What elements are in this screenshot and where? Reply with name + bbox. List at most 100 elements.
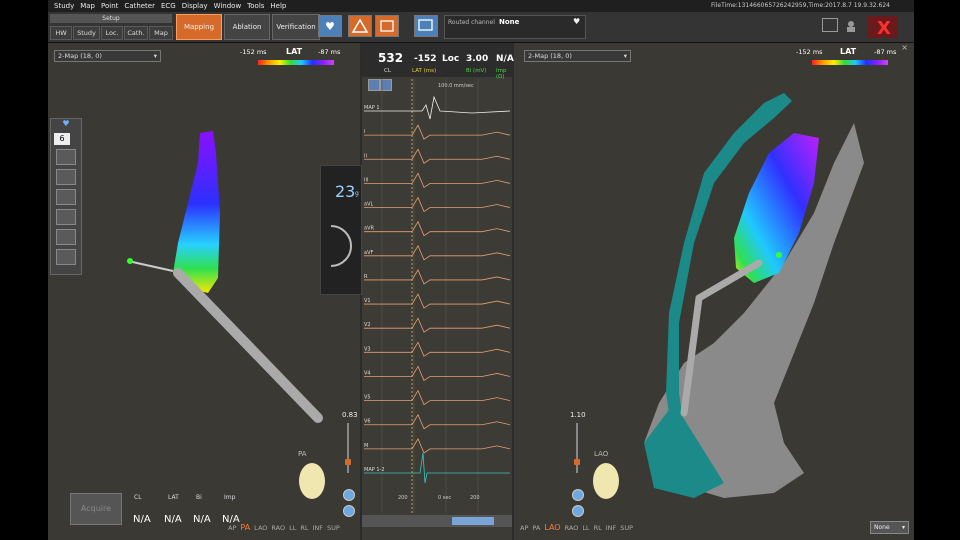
view-button-pa[interactable]: PA — [240, 523, 250, 532]
acq-header-cl: CL — [134, 494, 142, 501]
tab-hw[interactable]: HW — [50, 26, 72, 40]
close-icon[interactable]: X — [868, 16, 898, 39]
ablation-button[interactable]: Ablation — [224, 14, 270, 40]
left-3d-map[interactable] — [48, 43, 360, 483]
ecg-lead-label: aVL — [364, 202, 373, 208]
heart-orientation-icon[interactable] — [590, 457, 622, 501]
acq-value-bi: N/A — [193, 514, 211, 525]
zoom-slider[interactable] — [347, 423, 349, 473]
rotate-icon[interactable] — [572, 505, 584, 517]
ecg-lead-label: aVR — [364, 226, 374, 232]
ecg-trace — [364, 124, 511, 140]
triangle-tool-icon[interactable] — [348, 15, 372, 37]
zoom-reset-icon[interactable] — [572, 489, 584, 501]
view-button-rl[interactable]: RL — [594, 524, 602, 532]
ecg-lead-label: aVF — [364, 250, 373, 256]
acq-value-lat: N/A — [164, 514, 182, 525]
ecg-trace — [364, 341, 511, 357]
ecg-lead-label: V2 — [364, 322, 371, 328]
ecg-lead-label: M — [364, 443, 368, 449]
menu-item-map[interactable]: Map — [80, 0, 95, 12]
ecg-lead-label: V5 — [364, 395, 371, 401]
acq-header-bi: Bi — [196, 494, 202, 501]
rotate-icon[interactable] — [343, 505, 355, 517]
menu-item-display[interactable]: Display — [182, 0, 208, 12]
tab-study[interactable]: Study — [73, 26, 100, 40]
zoom-level: 1.10 — [570, 411, 586, 419]
monitor-icon[interactable] — [822, 18, 838, 32]
view-button-rl[interactable]: RL — [300, 524, 308, 532]
view-button-rao[interactable]: RAO — [271, 524, 285, 532]
ecg-trace — [364, 172, 511, 188]
user-icon[interactable] — [844, 18, 858, 32]
tab-loc[interactable]: Loc. — [101, 26, 123, 40]
menu-item-window[interactable]: Window — [214, 0, 242, 12]
ecg-lead-label: MAP 1 — [364, 105, 380, 111]
ecg-trace — [364, 148, 511, 164]
mapping-button[interactable]: Mapping — [176, 14, 222, 40]
zoom-slider[interactable] — [576, 423, 578, 473]
ecg-lead-label: MAP 1-2 — [364, 467, 385, 473]
view-button-ll[interactable]: LL — [289, 524, 296, 532]
zoom-knob[interactable] — [574, 459, 580, 465]
setup-header[interactable]: Setup — [50, 14, 172, 23]
zoom-reset-icon[interactable] — [343, 489, 355, 501]
view-button-lao[interactable]: LAO — [254, 524, 267, 532]
heart-orientation-icon[interactable] — [296, 457, 328, 501]
ecg-traces: MAP 1IIIIIIaVLaVRaVFRV1V2V3V4V5V6MMAP 1-… — [364, 79, 511, 513]
display-icon[interactable] — [414, 15, 438, 37]
acquire-button[interactable]: Acquire — [70, 493, 122, 525]
tab-map[interactable]: Map — [149, 26, 173, 40]
routed-channel-value: None — [499, 18, 520, 26]
left-map-view[interactable]: 2-Map (18, 0) ▾ -152 ms LAT -87 ms ♥ 6 2… — [48, 43, 362, 540]
acq-header-imp: Imp — [224, 494, 236, 501]
menu-item-tools[interactable]: Tools — [247, 0, 264, 12]
view-button-inf[interactable]: INF — [606, 524, 617, 532]
ecg-trace — [364, 389, 511, 406]
ecg-lead-label: V4 — [364, 370, 371, 376]
routed-channel[interactable]: Routed channel None ♥ — [444, 15, 586, 39]
ecg-trace — [364, 293, 511, 309]
ecg-lead-label: R — [364, 274, 368, 280]
ecg-trace — [364, 244, 511, 261]
toolbar: Setup HW Study Loc. Cath. Map Mapping Ab… — [48, 12, 914, 43]
ecg-lead-label: III — [364, 177, 368, 183]
ecg-scrollbar[interactable] — [362, 515, 512, 527]
file-time: FileTime:131466065726242959,Time:2017.8.… — [711, 2, 890, 9]
tab-cath[interactable]: Cath. — [124, 26, 148, 40]
menu-item-help[interactable]: Help — [270, 0, 286, 12]
ecg-panel[interactable]: 532 CL -152 LAT (ms) Loc 3.00 Bi (mV) N/… — [362, 43, 514, 540]
ecg-trace — [364, 220, 511, 237]
ecg-scroll-thumb[interactable] — [452, 517, 494, 525]
verification-button[interactable]: Verification — [272, 14, 320, 40]
view-button-sup[interactable]: SUP — [327, 524, 340, 532]
menu-item-ecg[interactable]: ECG — [161, 0, 176, 12]
ecg-time-tick: 200 — [470, 495, 480, 501]
view-button-lao[interactable]: LAO — [544, 523, 560, 532]
menu-item-study[interactable]: Study — [54, 0, 74, 12]
view-button-ap[interactable]: AP — [228, 524, 236, 532]
right-map-view[interactable]: 2-Map (18, 0) ▾ -152 ms LAT -87 ms × 1.1… — [514, 43, 914, 540]
ecg-lead-label: V3 — [364, 346, 371, 352]
zoom-knob[interactable] — [345, 459, 351, 465]
bottom-dropdown[interactable]: None ▾ — [870, 521, 909, 534]
heart-icon[interactable]: ♥ — [318, 15, 342, 37]
ecg-trace — [364, 269, 511, 285]
view-button-ll[interactable]: LL — [582, 524, 589, 532]
view-button-ap[interactable]: AP — [520, 524, 528, 532]
ecg-lead-label: I — [364, 129, 365, 135]
ecg-lead-label: V1 — [364, 298, 371, 304]
zoom-level: 0.83 — [342, 411, 358, 419]
view-button-pa[interactable]: PA — [532, 524, 540, 532]
view-button-inf[interactable]: INF — [313, 524, 324, 532]
ecg-trace — [364, 437, 511, 454]
svg-text:♥: ♥ — [325, 20, 335, 33]
right-3d-map[interactable] — [514, 43, 914, 523]
view-button-rao[interactable]: RAO — [565, 524, 579, 532]
view-button-sup[interactable]: SUP — [620, 524, 633, 532]
capture-icon[interactable] — [375, 15, 399, 37]
menu-item-catheter[interactable]: Catheter — [124, 0, 155, 12]
ecg-trace — [364, 95, 511, 120]
menu-item-point[interactable]: Point — [101, 0, 118, 12]
ecg-time-tick: 200 — [398, 495, 408, 501]
